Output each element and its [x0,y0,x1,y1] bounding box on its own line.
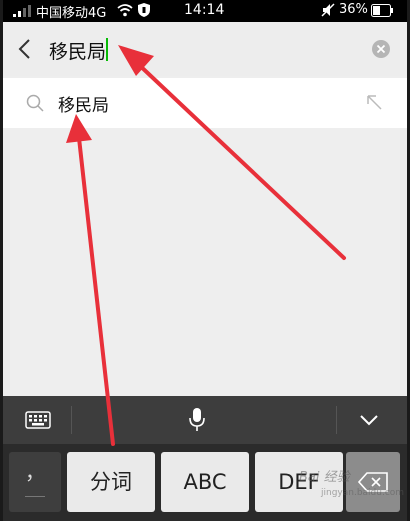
clock: 14:14 [184,2,225,18]
signal-icon [13,5,31,17]
clear-icon[interactable] [372,40,390,58]
keyboard-toolbar [3,396,407,444]
key-underline [25,496,45,497]
wifi-icon [117,4,133,17]
status-bar: 中国移动4G 14:14 36% [3,0,407,22]
battery-percent: 36% [339,2,368,17]
mute-icon [321,3,335,17]
suggestion-item[interactable]: 移民局 [3,78,407,128]
key-abc[interactable]: ABC [161,452,249,512]
battery-icon [371,4,393,17]
carrier-label: 中国移动4G [36,6,107,21]
mic-icon[interactable] [188,407,206,433]
key-label: 分词 [90,470,132,494]
collapse-icon[interactable] [359,413,379,427]
search-icon [26,94,44,112]
toolbar-divider [336,406,337,434]
key-label: ABC [183,470,227,494]
back-icon[interactable] [17,38,33,60]
watermark-url: jingyan.baidu.com [321,488,405,498]
search-header: 移民局 [3,22,407,76]
toolbar-divider [71,406,72,434]
key-segment[interactable]: 分词 [67,452,155,512]
phone-screen: 中国移动4G 14:14 36% 移民局 移民局 ， 分词 ABC DEF Ba… [3,0,407,521]
keyboard-icon[interactable] [25,410,51,430]
search-input[interactable]: 移民局 [49,37,106,64]
key-punctuation[interactable]: ， [9,452,61,512]
text-cursor [106,38,108,61]
suggestion-label: 移民局 [58,96,109,116]
shield-icon [138,3,150,17]
fill-arrow-icon[interactable] [365,93,383,111]
backspace-key[interactable] [346,452,400,512]
watermark: Bai 经验 [299,470,350,485]
key-label: ， [25,460,45,484]
